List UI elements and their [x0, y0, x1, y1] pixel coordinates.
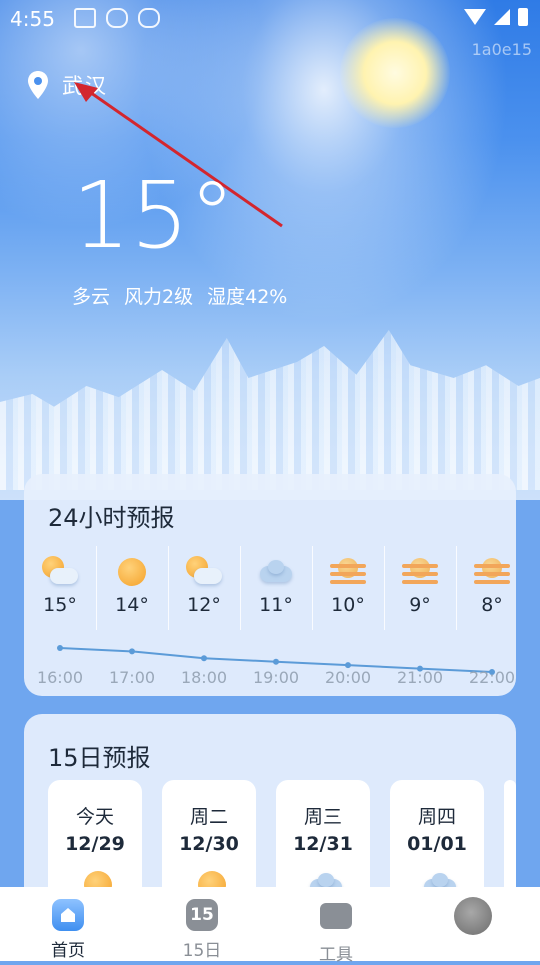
- hourly-item: 11°: [244, 546, 308, 634]
- hourly-item: 10°: [316, 546, 380, 634]
- daily-date: 12/30: [179, 833, 239, 855]
- home-icon: [52, 899, 84, 931]
- condition-text: 多云: [72, 286, 111, 308]
- system-icons: [464, 8, 528, 26]
- wifi-icon: [464, 9, 486, 25]
- hourly-forecast-list[interactable]: 15° 16:00 14° 17:00 12° 18:00 11° 19:00 10° 20:00…: [24, 546, 516, 696]
- weather-notification-icon: [138, 8, 160, 28]
- hourly-divider: [168, 546, 169, 630]
- daily-day-name: 周三: [303, 806, 342, 828]
- hourly-temp: 12°: [187, 594, 221, 616]
- wind-text: 风力2级: [124, 286, 194, 308]
- app-notification-icon: [74, 8, 96, 28]
- cloudy-icon: [256, 556, 296, 590]
- status-bar: 4:55: [0, 0, 540, 38]
- tab-15-day-label: 15日: [182, 941, 222, 961]
- tab-home[interactable]: 首页: [8, 887, 128, 961]
- signal-icon: [494, 9, 510, 25]
- hourly-temp: 8°: [481, 594, 503, 616]
- hourly-time: 21:00: [396, 668, 444, 687]
- hourly-time: 19:00: [252, 668, 300, 687]
- daily-date: 12/31: [293, 833, 353, 855]
- tab-home-label: 首页: [51, 941, 85, 961]
- hourly-item: 14°: [100, 546, 164, 634]
- toolbox-icon: [320, 903, 352, 929]
- hourly-time: 20:00: [324, 668, 372, 687]
- notification-icons: [74, 8, 160, 28]
- hourly-divider: [384, 546, 385, 630]
- hourly-time: 18:00: [180, 668, 228, 687]
- hourly-forecast-card: 24小时预报 15° 16:00 14° 17:00 12° 18:00 11° 19:00 1…: [24, 474, 516, 696]
- current-conditions: 多云 风力2级 湿度42%: [72, 282, 287, 309]
- daily-day-name: 今天: [75, 806, 114, 828]
- hourly-time: 16:00: [36, 668, 84, 687]
- sunny-icon: [112, 556, 152, 590]
- hourly-item: 9°: [388, 546, 452, 634]
- weather-notification-icon: [106, 8, 128, 28]
- hourly-temp: 10°: [331, 594, 365, 616]
- daily-day-name: 周四: [417, 806, 456, 828]
- trend-point: [57, 645, 63, 651]
- calendar-15-icon: 15: [186, 899, 218, 931]
- hourly-item: 8°: [460, 546, 516, 634]
- hourly-time: 22:00: [468, 668, 516, 687]
- hourly-forecast-title: 24小时预报: [48, 504, 175, 532]
- battery-icon: [518, 8, 528, 26]
- partly-cloudy-icon: [40, 556, 80, 590]
- hourly-divider: [240, 546, 241, 630]
- humidity-text: 湿度42%: [207, 286, 288, 308]
- trend-point: [129, 648, 135, 655]
- hourly-temp: 11°: [259, 594, 293, 616]
- trend-point: [273, 658, 279, 665]
- haze-icon: [328, 556, 368, 590]
- watermark-text: 1a0e15: [471, 40, 532, 59]
- current-temperature: 15°: [72, 162, 236, 269]
- haze-icon: [400, 556, 440, 590]
- hourly-temp: 15°: [43, 594, 77, 616]
- tab-tools-label: 工具: [319, 945, 353, 965]
- hourly-divider: [312, 546, 313, 630]
- tab-tools[interactable]: 工具: [276, 887, 396, 965]
- tab-15-day[interactable]: 15 15日: [142, 887, 262, 961]
- city-skyline-image: [0, 330, 540, 490]
- haze-icon: [472, 556, 512, 590]
- daily-forecast-title: 15日预报: [48, 744, 151, 772]
- hourly-item: 12°: [172, 546, 236, 634]
- daily-day-name: 周二: [189, 806, 228, 828]
- trend-point: [201, 655, 207, 662]
- hourly-time: 17:00: [108, 668, 156, 687]
- daily-date: 01/01: [407, 833, 467, 855]
- hourly-divider: [96, 546, 97, 630]
- hourly-temp: 9°: [409, 594, 431, 616]
- hourly-divider: [456, 546, 457, 630]
- avatar[interactable]: [454, 897, 492, 935]
- status-time: 4:55: [10, 7, 55, 31]
- hourly-temp: 14°: [115, 594, 149, 616]
- hourly-item: 15°: [28, 546, 92, 634]
- daily-date: 12/29: [65, 833, 125, 855]
- location-pin-icon: [28, 71, 48, 99]
- partly-cloudy-icon: [184, 556, 224, 590]
